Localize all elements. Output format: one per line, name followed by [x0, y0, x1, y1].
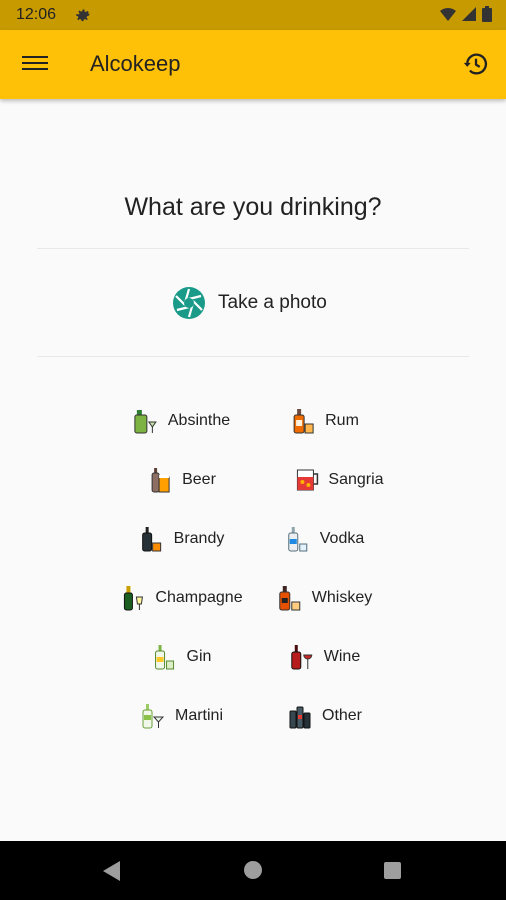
back-icon[interactable]	[102, 861, 122, 886]
take-photo-button[interactable]: Take a photo	[172, 283, 327, 323]
vodka-icon	[286, 526, 310, 552]
drink-label: Brandy	[173, 530, 225, 547]
wifi-icon	[440, 7, 456, 26]
drink-item-martini[interactable]: Martini	[141, 698, 223, 734]
beer-icon	[148, 467, 172, 493]
drink-label: Whiskey	[311, 589, 373, 606]
absinthe-icon	[134, 408, 158, 434]
drink-label: Vodka	[319, 530, 365, 547]
camera-shutter-icon	[172, 286, 206, 320]
app-title: Alcokeep	[90, 51, 181, 76]
drink-item-absinthe[interactable]: Absinthe	[134, 403, 230, 439]
recents-icon[interactable]	[384, 862, 401, 879]
question-heading: What are you drinking?	[124, 193, 382, 221]
status-time: 12:06	[16, 6, 57, 23]
drink-label: Sangria	[328, 471, 384, 488]
app-bar: Alcokeep	[0, 30, 506, 99]
brandy-icon	[140, 526, 164, 552]
divider	[37, 356, 469, 357]
drink-item-champagne[interactable]: Champagne	[121, 580, 243, 616]
system-nav-bar	[0, 841, 506, 900]
drink-item-sangria[interactable]: Sangria	[294, 462, 384, 498]
drink-label: Wine	[323, 648, 361, 665]
drink-item-other[interactable]: Other	[288, 698, 362, 734]
drink-item-whiskey[interactable]: Whiskey	[278, 580, 372, 616]
home-icon[interactable]	[244, 861, 262, 879]
take-photo-label: Take a photo	[218, 292, 327, 313]
sangria-icon	[294, 467, 319, 493]
wine-icon	[290, 644, 314, 670]
divider	[37, 248, 469, 249]
drink-item-beer[interactable]: Beer	[148, 462, 216, 498]
gin-icon	[153, 644, 177, 670]
drink-label: Martini	[174, 707, 224, 724]
menu-icon[interactable]	[22, 52, 48, 78]
martini-icon	[141, 703, 165, 729]
other-drinks-icon	[288, 703, 312, 729]
signal-icon	[462, 7, 476, 26]
drink-label: Champagne	[155, 589, 243, 606]
drink-item-vodka[interactable]: Vodka	[286, 521, 364, 557]
drink-item-rum[interactable]: Rum	[291, 403, 359, 439]
whiskey-icon	[278, 585, 302, 611]
drink-label: Gin	[186, 648, 212, 665]
drink-item-brandy[interactable]: Brandy	[140, 521, 225, 557]
champagne-icon	[121, 585, 145, 611]
drink-label: Other	[321, 707, 363, 724]
battery-icon	[482, 6, 492, 27]
drink-label: Rum	[325, 412, 359, 429]
status-bar: 12:06	[0, 0, 506, 30]
drink-label: Absinthe	[167, 412, 231, 429]
drink-label: Beer	[182, 471, 216, 488]
drink-item-gin[interactable]: Gin	[153, 639, 212, 675]
gear-icon	[74, 5, 92, 28]
drink-item-wine[interactable]: Wine	[290, 639, 360, 675]
history-icon[interactable]	[462, 50, 490, 78]
rum-icon	[291, 408, 315, 434]
